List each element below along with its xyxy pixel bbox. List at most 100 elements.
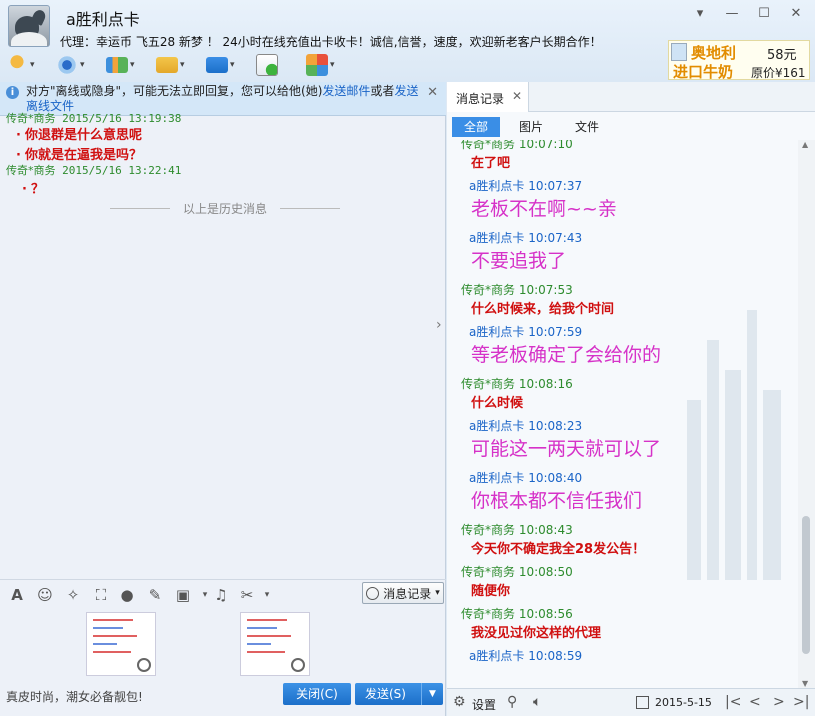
chevron-down-icon: ▾	[435, 588, 440, 598]
scrollbar-thumb[interactable]	[802, 516, 810, 654]
remote-desktop-icon	[206, 57, 228, 73]
history-divider: 以上是历史消息	[110, 200, 340, 216]
tab-message-history[interactable]: 消息记录 ✕	[447, 82, 529, 112]
font-icon[interactable]: A	[6, 585, 28, 605]
history-message-text: 什么时候来，给我个时间	[471, 302, 615, 317]
history-footer: ⚙ 设置 ⚲ 🔈︎ 2015-5-15 |< < > >|	[447, 688, 815, 716]
zoom-icon[interactable]	[291, 658, 305, 672]
close-icon[interactable]: ✕	[785, 4, 807, 22]
message-text: 你退群是什么意思呢	[16, 124, 142, 143]
maximize-icon[interactable]: ☐	[753, 4, 775, 22]
message-history-button[interactable]: 消息记录 ▾	[362, 582, 444, 604]
scroll-down-icon[interactable]: ▼	[802, 679, 808, 688]
send-button-label: 发送(S)	[365, 687, 406, 701]
speaker-icon[interactable]: 🔈︎	[533, 694, 541, 710]
last-page-icon[interactable]: >|	[793, 694, 809, 710]
screen-share-icon	[106, 57, 128, 73]
history-message-meta: 传奇*商务 10:07:53	[461, 283, 573, 297]
history-message-list: 传奇*商务 10:07:10 在了吧 a胜利点卡 10:07:37 老板不在啊~~亲 a…	[447, 140, 797, 688]
history-message-text: 等老板确定了会给你的	[471, 344, 662, 366]
history-message-meta: 传奇*商务 10:08:50	[461, 565, 573, 579]
message-input-area[interactable]: 真皮时尚，潮女必备靓包! 关闭(C) 发送(S) ▼	[0, 680, 446, 716]
microphone-icon	[6, 54, 28, 76]
city-background-image	[687, 310, 781, 580]
history-message-meta: a胜利点卡 10:07:37	[469, 179, 583, 193]
history-message-text: 你根本都不信任我们	[471, 490, 643, 512]
notice-text: 对方"离线或隐身"，可能无法立即回复，您可以给他(她)	[26, 84, 323, 98]
chat-history: 传奇*商务 2015/5/16 13:19:38 你退群是什么意思呢 你就是在逼…	[0, 112, 446, 576]
clock-icon	[366, 586, 380, 600]
microphone-button[interactable]: ▾	[6, 52, 50, 78]
invite-chat-button[interactable]	[256, 52, 300, 78]
prev-page-icon[interactable]: <	[749, 694, 761, 710]
history-message-meta: a胜利点卡 10:08:40	[469, 471, 583, 485]
message-text: ？	[22, 178, 44, 197]
history-message-meta: a胜利点卡 10:07:43	[469, 231, 583, 245]
search-icon[interactable]: ⚲	[507, 694, 517, 710]
ad-banner[interactable]: 奥地利 进口牛奶 58元 原价¥161	[668, 40, 810, 81]
message-text: 你就是在逼我是吗？	[16, 144, 142, 163]
history-message-meta: 传奇*商务 10:08:43	[461, 523, 573, 537]
history-panel: 消息记录 ✕ 全部 图片 文件 传奇*商务 10:07:10 在了吧 a胜利点卡 1…	[447, 82, 815, 716]
scroll-up-icon[interactable]: ▲	[802, 140, 808, 149]
input-ad-text[interactable]: 真皮时尚，潮女必备靓包!	[6, 688, 143, 705]
minimize-icon[interactable]: —	[721, 4, 743, 22]
message-meta: 传奇*商务 2015/5/16 13:22:41	[6, 164, 182, 177]
history-date: 2015-5-15	[655, 696, 712, 709]
emoji-icon[interactable]: ☺	[34, 585, 56, 605]
poke-icon[interactable]: ✧	[62, 585, 84, 605]
history-message-text: 什么时候	[471, 396, 524, 411]
file-transfer-button[interactable]: ▾	[156, 52, 200, 78]
gear-icon[interactable]: ⚙	[453, 694, 466, 710]
history-message-text: 今天你不确定我全28发公告！	[471, 542, 646, 557]
zoom-icon[interactable]	[137, 658, 151, 672]
contact-name: a胜利点卡	[66, 10, 140, 29]
history-message-text: 随便你	[471, 584, 511, 599]
milk-carton-icon	[671, 43, 687, 61]
send-email-link[interactable]: 发送邮件	[322, 84, 370, 98]
image-icon[interactable]: ▣	[172, 585, 194, 605]
cut-icon[interactable]: ✂	[236, 585, 258, 605]
ad-price: 58元	[767, 48, 797, 63]
filter-all[interactable]: 全部	[452, 117, 500, 137]
history-message-meta: a胜利点卡 10:08:23	[469, 419, 583, 433]
chat-panel: i 对方"离线或隐身"，可能无法立即回复，您可以给他(她)发送邮件或者发送离线文…	[0, 82, 446, 716]
first-page-icon[interactable]: |<	[725, 694, 741, 710]
history-message-meta: 传奇*商务 10:07:10	[461, 140, 573, 151]
send-options-chevron-icon[interactable]: ▼	[421, 683, 443, 705]
settings-label[interactable]: 设置	[472, 696, 496, 713]
edit-icon[interactable]: ✎	[144, 585, 166, 605]
screenshot-icon[interactable]: ⛶	[90, 585, 112, 605]
history-message-text: 我没见过你这样的代理	[471, 626, 602, 641]
camera-icon	[56, 54, 78, 76]
thumbnail[interactable]	[240, 612, 310, 676]
remote-desktop-button[interactable]: ▾	[206, 52, 250, 78]
calendar-icon[interactable]	[636, 696, 649, 709]
ad-original-price: 原价¥161	[751, 66, 806, 80]
close-tab-icon[interactable]: ✕	[512, 89, 522, 103]
screen-share-button[interactable]: ▾	[106, 52, 150, 78]
filter-files[interactable]: 文件	[563, 117, 611, 137]
music-icon[interactable]: ♫	[210, 585, 232, 605]
close-notice-icon[interactable]: ✕	[427, 85, 438, 100]
history-message-meta: a胜利点卡 10:08:59	[469, 649, 583, 663]
ad-line1: 奥地利	[691, 44, 737, 62]
screenshot-thumbnails	[0, 610, 446, 680]
menu-chevron-icon[interactable]: ▾	[689, 4, 711, 22]
contact-signature: 代理：幸运币 飞五28 新梦 ！ 24小时在线充值出卡收卡！诚信,信誉，速度，欢…	[60, 35, 602, 49]
info-icon: i	[6, 86, 19, 99]
close-button[interactable]: 关闭(C)	[283, 683, 351, 705]
invite-chat-icon	[256, 54, 278, 76]
voice-message-icon[interactable]: ●	[116, 585, 138, 605]
avatar[interactable]	[8, 5, 50, 47]
cut-dropdown-icon[interactable]: ▾	[256, 585, 278, 605]
camera-button[interactable]: ▾	[56, 52, 100, 78]
next-page-icon[interactable]: >	[773, 694, 785, 710]
thumbnail[interactable]	[86, 612, 156, 676]
send-button[interactable]: 发送(S) ▼	[355, 683, 443, 705]
filter-images[interactable]: 图片	[507, 117, 555, 137]
history-message-meta: 传奇*商务 10:08:56	[461, 607, 573, 621]
history-scrollbar[interactable]: ▲ ▼	[798, 140, 815, 688]
ad-line2: 进口牛奶	[673, 63, 734, 81]
apps-button[interactable]: ▾	[306, 52, 350, 78]
